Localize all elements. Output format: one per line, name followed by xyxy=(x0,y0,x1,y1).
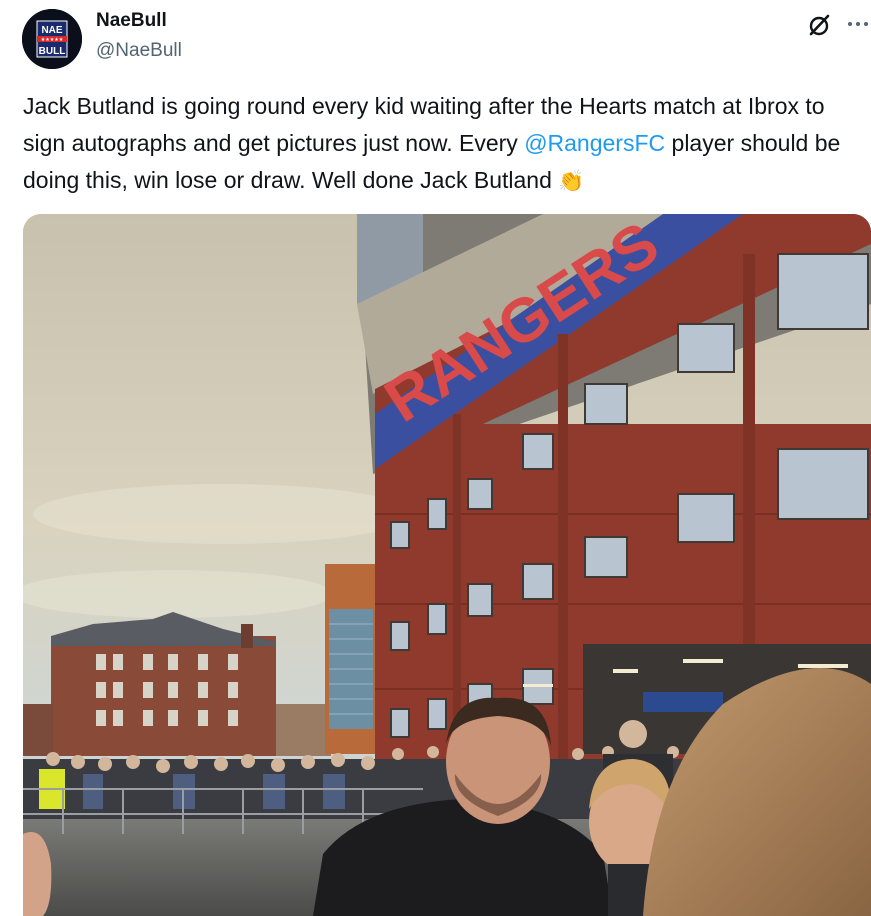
mention-link[interactable]: @RangersFC xyxy=(524,130,665,156)
low-building xyxy=(276,704,331,756)
naebull-logo: NAE ★★★★★ BULL xyxy=(22,9,82,69)
tenement-building xyxy=(51,612,276,756)
tweet-text: Jack Butland is going round every kid wa… xyxy=(23,88,863,200)
grok-icon[interactable] xyxy=(806,12,832,38)
author-handle[interactable]: @NaeBull xyxy=(96,40,182,62)
author-display-name[interactable]: NaeBull xyxy=(96,10,167,32)
avatar[interactable]: NAE ★★★★★ BULL xyxy=(22,9,82,69)
avatar-text-bottom: BULL xyxy=(39,46,66,57)
tweet-photo[interactable]: RANGERS xyxy=(23,214,871,916)
clapping-hands-emoji: 👏 xyxy=(558,170,585,193)
avatar-stars: ★★★★★ xyxy=(41,37,64,43)
more-icon[interactable] xyxy=(846,12,870,36)
avatar-text-top: NAE xyxy=(41,25,62,36)
stadium-tower xyxy=(325,564,377,754)
